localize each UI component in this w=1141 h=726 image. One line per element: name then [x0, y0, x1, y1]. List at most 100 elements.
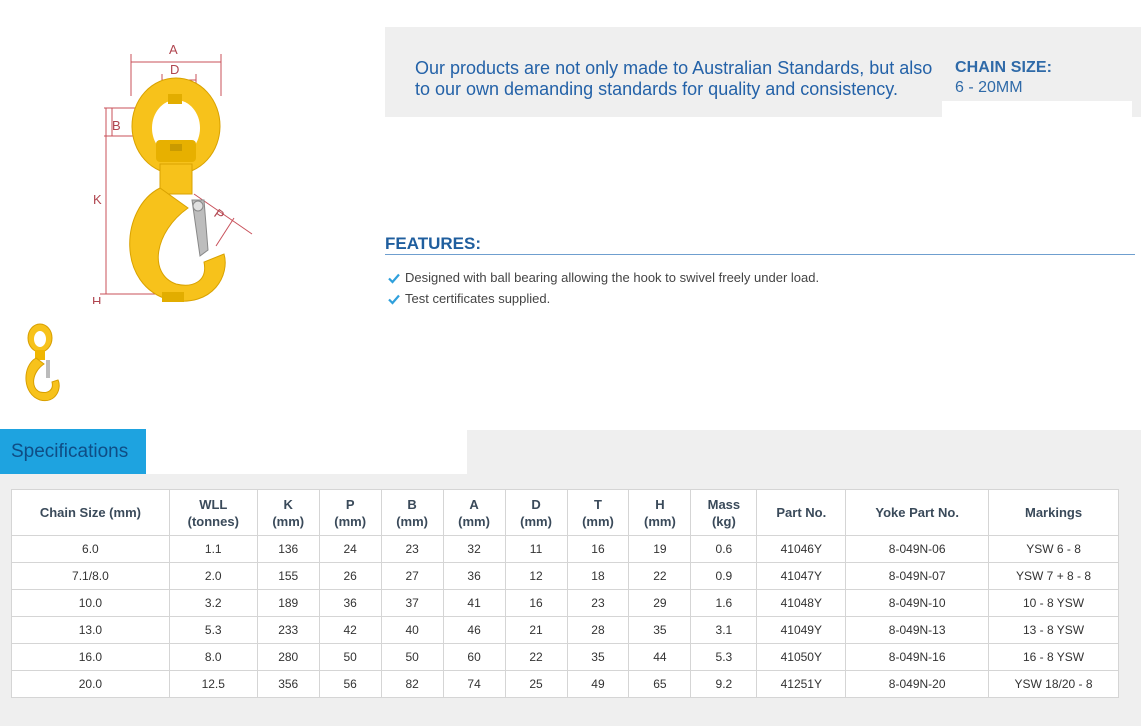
table-cell: 19 [628, 535, 692, 563]
table-cell: 41251Y [756, 670, 847, 698]
table-body: 6.0 1.1 136 24 23 32 11 16 19 0.6 41046Y 8-049N-06 Y… [11, 535, 1119, 698]
specifications-table: Chain Size (mm) WLL (tonnes) K (mm) P (mm) B (mm… [11, 489, 1119, 698]
table-cell: 5.3 [690, 643, 758, 671]
column-header: Chain Size (mm) [11, 489, 170, 536]
table-cell: 18 [566, 562, 630, 590]
table-cell: 56 [318, 670, 382, 698]
table-cell: 11 [504, 535, 568, 563]
table-header-row: Chain Size (mm) WLL (tonnes) K (mm) P (mm) B (mm… [11, 489, 1119, 536]
table-cell: 8-049N-10 [845, 589, 990, 617]
column-header-label: A [469, 496, 479, 512]
column-header-unit: (mm) [520, 513, 552, 529]
table-cell: 23 [566, 589, 630, 617]
column-header: Markings [988, 489, 1119, 536]
hook-dimension-diagram: A D B K P H [92, 42, 253, 304]
table-cell: 8-049N-20 [845, 670, 990, 698]
table-cell: 356 [256, 670, 320, 698]
table-cell: YSW 18/20 - 8 [988, 670, 1119, 698]
table-cell: 35 [628, 616, 692, 644]
table-cell: 74 [442, 670, 506, 698]
column-header: B (mm) [380, 489, 444, 536]
column-header: Yoke Part No. [845, 489, 990, 536]
table-cell: 37 [380, 589, 444, 617]
table-cell: 22 [628, 562, 692, 590]
feature-item: Test certificates supplied. [388, 288, 819, 309]
column-header-label: Chain Size (mm) [39, 505, 141, 520]
table-cell: 41048Y [756, 589, 847, 617]
table-row: 10.0 3.2 189 36 37 41 16 23 29 1.6 41048Y 8-049N-10… [11, 589, 1119, 617]
table-row: 20.0 12.5 356 56 82 74 25 49 65 9.2 41251Y 8-049N-2… [11, 670, 1119, 698]
table-cell: 82 [380, 670, 444, 698]
table-row: 6.0 1.1 136 24 23 32 11 16 19 0.6 41046Y 8-049N-06 Y… [11, 535, 1119, 563]
column-header-label: K [283, 496, 293, 512]
chain-size-value: 6 - 20MM [955, 79, 1023, 96]
table-cell: 50 [380, 643, 444, 671]
table-cell: 32 [442, 535, 506, 563]
column-header: K (mm) [256, 489, 320, 536]
table-cell: 16 [566, 535, 630, 563]
table-cell: 13 - 8 YSW [988, 616, 1119, 644]
column-header: T (mm) [566, 489, 630, 536]
intro-text: Our products are not only made to Austra… [415, 58, 933, 99]
dimension-label-p: P [211, 206, 227, 223]
tab-strip-right [467, 430, 1141, 474]
column-header-label: WLL [199, 496, 228, 512]
dimension-label-h: H [92, 294, 101, 304]
dimension-label-b: B [112, 118, 121, 133]
feature-item: Designed with ball bearing allowing the … [388, 267, 819, 288]
table-cell: 2.0 [168, 562, 258, 590]
feature-text: Designed with ball bearing allowing the … [405, 270, 820, 285]
table-cell: 7.1/8.0 [11, 562, 170, 590]
column-header-label: D [531, 496, 541, 512]
table-cell: 25 [504, 670, 568, 698]
tab-specifications[interactable]: Specifications [0, 429, 146, 474]
table-cell: 280 [256, 643, 320, 671]
table-cell: 41050Y [756, 643, 847, 671]
table-cell: 60 [442, 643, 506, 671]
table-cell: 12 [504, 562, 568, 590]
table-cell: 3.2 [168, 589, 258, 617]
table-cell: 23 [380, 535, 444, 563]
table-cell: 8-049N-13 [845, 616, 990, 644]
table-cell: 35 [566, 643, 630, 671]
table-cell: 1.1 [168, 535, 258, 563]
column-header-label: Markings [1024, 505, 1083, 520]
dimension-label-a: A [169, 42, 178, 57]
features-heading: FEATURES: [385, 234, 482, 253]
table-cell: 8-049N-06 [845, 535, 990, 563]
table-cell: 9.2 [690, 670, 758, 698]
table-cell: 16 [504, 589, 568, 617]
table-row: 7.1/8.0 2.0 155 26 27 36 12 18 22 0.9 41047Y 8-049N… [11, 562, 1119, 590]
table-cell: 136 [256, 535, 320, 563]
column-header-unit: (mm) [644, 513, 676, 529]
table-cell: 40 [380, 616, 444, 644]
column-header: D (mm) [504, 489, 568, 536]
product-thumbnail-image[interactable] [20, 322, 62, 404]
table-cell: 29 [628, 589, 692, 617]
column-header-unit: (mm) [582, 513, 614, 529]
feature-text: Test certificates supplied. [405, 291, 551, 306]
table-cell: 41049Y [756, 616, 847, 644]
column-header-unit: (mm) [272, 513, 305, 529]
column-header: A (mm) [442, 489, 506, 536]
table-cell: 42 [318, 616, 382, 644]
table-row: 16.0 8.0 280 50 50 60 22 35 44 5.3 41050Y 8-049N-16… [11, 643, 1119, 671]
table-cell: 22 [504, 643, 568, 671]
table-cell: 1.6 [690, 589, 758, 617]
table-cell: YSW 7 + 8 - 8 [988, 562, 1119, 590]
column-header-unit: (kg) [711, 513, 736, 529]
table-cell: 8.0 [168, 643, 258, 671]
column-header-label: H [655, 496, 665, 512]
table-cell: 26 [318, 562, 382, 590]
table-cell: 65 [628, 670, 692, 698]
column-header-unit: (mm) [334, 513, 367, 529]
column-header-unit: (mm) [458, 513, 490, 529]
table-cell: 20.0 [11, 670, 170, 698]
table-cell: 41047Y [756, 562, 847, 590]
column-header: P (mm) [318, 489, 382, 536]
table-cell: 16 - 8 YSW [988, 643, 1119, 671]
column-header: H (mm) [628, 489, 692, 536]
check-icon [388, 294, 400, 305]
features-divider [385, 254, 1135, 255]
column-header-label: Part No. [776, 505, 827, 520]
